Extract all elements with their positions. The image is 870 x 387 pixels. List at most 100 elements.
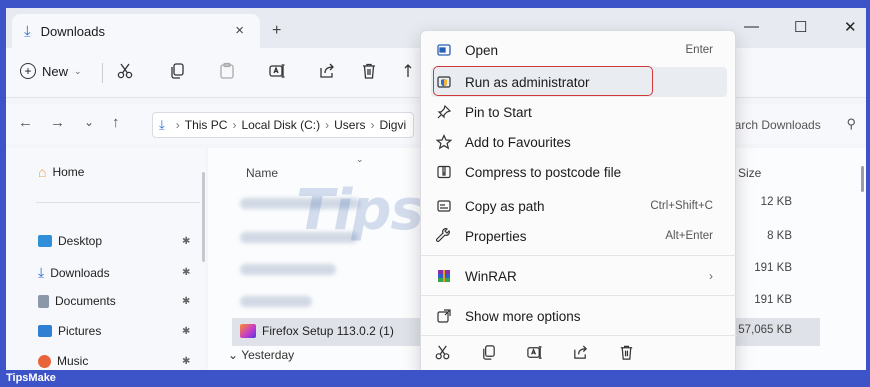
breadcrumb-separator: › [370, 118, 375, 132]
menu-item-label: Copy as path [465, 198, 545, 214]
menu-item-label: Compress to postcode file [465, 164, 622, 180]
breadcrumb-this-pc[interactable]: This PC [185, 118, 228, 132]
list-scrollbar[interactable] [861, 166, 864, 192]
group-label: Yesterday [241, 348, 295, 362]
forward-button[interactable]: → [50, 114, 65, 131]
back-button[interactable]: ← [18, 114, 33, 131]
chevron-down-icon: ⌄ [228, 348, 239, 362]
menu-separator [421, 255, 737, 256]
blurred-filename [240, 296, 312, 307]
sidebar-item-desktop[interactable]: Desktop ✱ [38, 234, 190, 248]
menu-item-add-to-favourites[interactable]: Add to Favourites [431, 127, 727, 157]
menu-item-run-as-administrator[interactable]: Run as administrator [431, 66, 727, 97]
close-button[interactable]: ✕ [844, 18, 857, 36]
breadcrumb-user-folder[interactable]: Digvi [379, 118, 406, 132]
breadcrumb[interactable]: ⤓ › This PC › Local Disk (C:) › Users › … [152, 112, 414, 138]
menu-item-shortcut: Alt+Enter [665, 230, 713, 242]
sidebar-item-label: Documents [55, 294, 116, 308]
menu-item-shortcut: Ctrl+Shift+C [650, 200, 713, 212]
chevron-down-icon: ⌄ [74, 65, 82, 76]
blurred-filename [240, 198, 360, 209]
up-button[interactable]: ↑ [112, 114, 120, 131]
share-icon[interactable] [569, 341, 591, 363]
menu-item-label: Pin to Start [465, 104, 532, 120]
blurred-filename [240, 264, 336, 275]
pin-icon: ✱ [182, 267, 191, 278]
breadcrumb-separator: › [175, 118, 180, 132]
rename-icon[interactable] [523, 341, 545, 363]
breadcrumb-local-disk[interactable]: Local Disk (C:) [241, 118, 320, 132]
menu-item-shortcut: Enter [685, 44, 714, 56]
sort-chevron-icon: ⌄ [356, 154, 364, 164]
maximize-button[interactable]: ☐ [794, 18, 807, 36]
copy-icon[interactable] [477, 341, 499, 363]
sidebar-divider [36, 202, 200, 203]
tab-close-button[interactable]: × [235, 22, 244, 39]
delete-icon[interactable] [615, 341, 637, 363]
paste-icon[interactable] [216, 60, 238, 82]
menu-item-open[interactable]: Open Enter [431, 35, 727, 65]
menu-item-compress[interactable]: Compress to postcode file [431, 157, 727, 187]
pin-icon: ✱ [182, 325, 191, 337]
home-icon: ⌂ [38, 164, 47, 180]
properties-icon [431, 228, 457, 244]
submenu-chevron-icon: › [709, 269, 713, 283]
search-input[interactable]: Search Downloads ⚲ [720, 112, 860, 138]
menu-item-pin-to-start[interactable]: Pin to Start [431, 97, 727, 127]
group-header-yesterday[interactable]: ⌄ Yesterday [228, 348, 294, 362]
new-button-label: New [42, 63, 69, 79]
file-size: 191 KB [754, 262, 792, 274]
menu-item-copy-as-path[interactable]: Copy as path Ctrl+Shift+C [431, 191, 727, 221]
menu-item-show-more-options[interactable]: Show more options [431, 301, 727, 331]
copy-icon[interactable] [166, 60, 188, 82]
breadcrumb-users[interactable]: Users [334, 118, 365, 132]
menu-item-properties[interactable]: Properties Alt+Enter [431, 221, 727, 251]
sidebar-item-label: Desktop [58, 234, 103, 248]
desktop-icon [38, 235, 52, 247]
new-button[interactable]: + New ⌄ [20, 63, 82, 79]
rename-icon[interactable] [266, 60, 288, 82]
tab-title: Downloads [40, 23, 105, 39]
minimize-button[interactable]: — [744, 18, 759, 35]
column-header-size[interactable]: Size [738, 166, 761, 180]
file-size: 12 KB [760, 196, 792, 208]
share-icon[interactable] [316, 60, 338, 82]
blurred-filename [240, 232, 358, 243]
recent-locations-button[interactable]: ⌄ [84, 115, 94, 129]
cut-icon[interactable] [431, 341, 453, 363]
sidebar-item-label: Home [52, 165, 85, 179]
star-icon [431, 134, 457, 150]
frame-right-border [866, 0, 870, 387]
pictures-icon [38, 325, 52, 337]
cut-icon[interactable] [114, 60, 136, 82]
sidebar-item-documents[interactable]: Documents ✱ [38, 294, 190, 308]
sort-icon[interactable] [400, 60, 422, 82]
navigation-pane: ⌂ Home Desktop ✱ ⤓ Downloads ✱ Documents… [6, 148, 206, 370]
file-name: Firefox Setup 113.0.2 (1) [240, 324, 394, 338]
breadcrumb-separator: › [232, 118, 237, 132]
command-separator [102, 63, 103, 83]
sidebar-scrollbar[interactable] [202, 172, 205, 262]
sidebar-item-home[interactable]: ⌂ Home [38, 164, 84, 180]
frame-top-border [0, 0, 870, 8]
sidebar-item-pictures[interactable]: Pictures ✱ [38, 324, 190, 338]
more-options-icon [431, 308, 457, 324]
menu-item-winrar[interactable]: WinRAR › [431, 261, 727, 291]
highlight-box [433, 66, 653, 96]
sidebar-item-music[interactable]: Music ✱ [38, 354, 190, 368]
tab-downloads[interactable]: ⤓ Downloads × [12, 14, 260, 48]
menu-item-label: Add to Favourites [465, 134, 571, 150]
column-header-name[interactable]: Name [246, 166, 278, 180]
search-icon: ⚲ [846, 116, 856, 131]
copy-path-icon [431, 198, 457, 214]
documents-icon [38, 294, 49, 308]
music-icon [38, 354, 51, 368]
firefox-installer-icon [240, 324, 256, 338]
file-size: 191 KB [754, 294, 792, 306]
download-icon: ⤓ [38, 264, 45, 280]
delete-icon[interactable] [358, 60, 380, 82]
new-tab-button[interactable]: + [272, 22, 281, 40]
pin-icon [431, 104, 457, 120]
plus-icon: + [20, 63, 36, 79]
sidebar-item-downloads[interactable]: ⤓ Downloads ✱ [38, 264, 190, 281]
